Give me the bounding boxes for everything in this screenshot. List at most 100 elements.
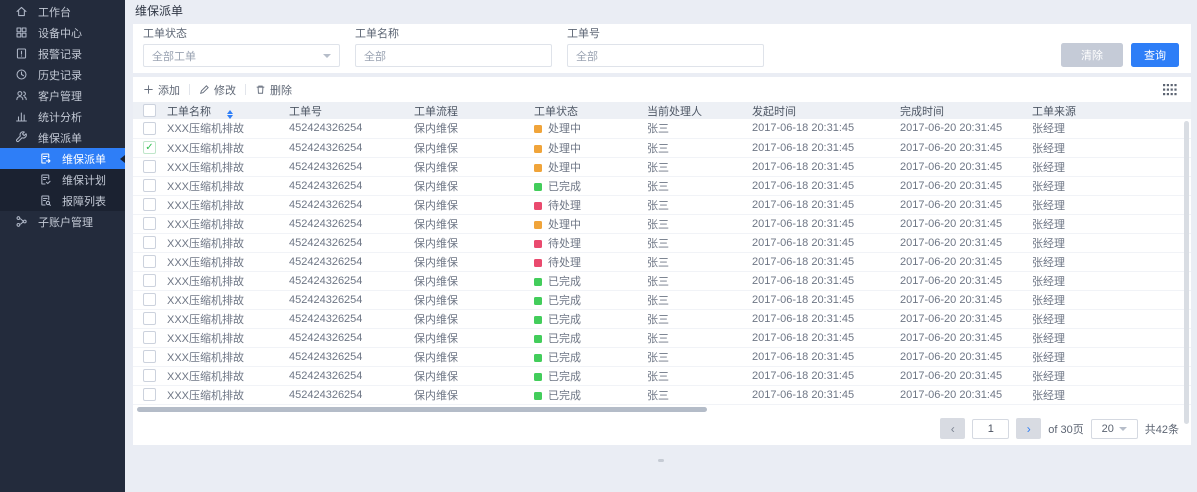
- edit-button[interactable]: 修改: [199, 82, 236, 98]
- doc-fault-icon: [39, 194, 52, 207]
- row-checkbox[interactable]: [143, 274, 156, 287]
- col-header-start-time: 发起时间: [748, 102, 896, 119]
- sidebar-item-3[interactable]: 历史记录: [0, 64, 125, 85]
- row-checkbox[interactable]: [143, 217, 156, 230]
- sidebar-item-6[interactable]: 维保派单: [0, 127, 125, 148]
- table-row[interactable]: XXX压缩机排故452424326254保内维保待处理张三2017-06-18 …: [133, 252, 1191, 271]
- sidebar-item-5[interactable]: 统计分析: [0, 106, 125, 127]
- row-checkbox[interactable]: [143, 122, 156, 135]
- cell-start-time: 2017-06-18 20:31:45: [748, 252, 896, 271]
- row-checkbox[interactable]: [143, 350, 156, 363]
- row-checkbox[interactable]: [143, 179, 156, 192]
- status-dot-icon: [534, 354, 542, 362]
- table-row[interactable]: XXX压缩机排故452424326254保内维保已完成张三2017-06-18 …: [133, 347, 1191, 366]
- table-row[interactable]: XXX压缩机排故452424326254保内维保处理中张三2017-06-18 …: [133, 119, 1191, 138]
- cell-status: 处理中: [530, 157, 643, 176]
- doc-plan-icon: [39, 173, 52, 186]
- table-row[interactable]: XXX压缩机排故452424326254保内维保已完成张三2017-06-18 …: [133, 366, 1191, 385]
- table-row[interactable]: XXX压缩机排故452424326254保内维保已完成张三2017-06-18 …: [133, 385, 1191, 404]
- cell-start-time: 2017-06-18 20:31:45: [748, 176, 896, 195]
- horizontal-scrollbar-thumb[interactable]: [137, 407, 707, 412]
- cell-start-time: 2017-06-18 20:31:45: [748, 347, 896, 366]
- cell-name: XXX压缩机排故: [163, 366, 285, 385]
- cell-complete-time: 2017-06-20 20:31:45: [896, 328, 1028, 347]
- cell-process: 保内维保: [410, 138, 530, 157]
- table-row[interactable]: XXX压缩机排故452424326254保内维保待处理张三2017-06-18 …: [133, 195, 1191, 214]
- table-row[interactable]: XXX压缩机排故452424326254保内维保处理中张三2017-06-18 …: [133, 157, 1191, 176]
- row-checkbox[interactable]: ✓: [143, 141, 156, 154]
- sidebar-item-0[interactable]: 工作台: [0, 1, 125, 22]
- number-input[interactable]: 全部: [567, 44, 764, 67]
- status-dot-icon: [534, 125, 542, 133]
- cell-handler: 张三: [643, 328, 748, 347]
- name-input[interactable]: 全部: [355, 44, 552, 67]
- table-row[interactable]: XXX压缩机排故452424326254保内维保待处理张三2017-06-18 …: [133, 233, 1191, 252]
- column-settings-icon[interactable]: [1163, 84, 1177, 96]
- table-row[interactable]: ✓XXX压缩机排故452424326254保内维保处理中张三2017-06-18…: [133, 138, 1191, 157]
- sidebar-item-4[interactable]: 客户管理: [0, 85, 125, 106]
- table-row[interactable]: XXX压缩机排故452424326254保内维保已完成张三2017-06-18 …: [133, 309, 1191, 328]
- sidebar-item-1[interactable]: 设备中心: [0, 22, 125, 43]
- add-button[interactable]: 添加: [143, 82, 180, 98]
- page-number-input[interactable]: [972, 419, 1009, 439]
- status-dot-icon: [534, 392, 542, 400]
- status-label: 待处理: [548, 200, 581, 212]
- status-select[interactable]: 全部工单: [143, 44, 340, 67]
- cell-number: 452424326254: [285, 271, 410, 290]
- cell-complete-time: 2017-06-20 20:31:45: [896, 271, 1028, 290]
- table-row[interactable]: XXX压缩机排故452424326254保内维保已完成张三2017-06-18 …: [133, 290, 1191, 309]
- row-checkbox[interactable]: [143, 198, 156, 211]
- cell-process: 保内维保: [410, 252, 530, 271]
- cell-number: 452424326254: [285, 290, 410, 309]
- table-row[interactable]: XXX压缩机排故452424326254保内维保已完成张三2017-06-18 …: [133, 271, 1191, 290]
- pagination: ‹ › of 30页 20 共42条: [133, 414, 1191, 444]
- cell-name: XXX压缩机排故: [163, 233, 285, 252]
- cell-source: 张经理: [1028, 385, 1191, 404]
- sidebar-item-2[interactable]: 报警记录: [0, 43, 125, 64]
- cell-handler: 张三: [643, 309, 748, 328]
- cell-source: 张经理: [1028, 290, 1191, 309]
- cell-process: 保内维保: [410, 119, 530, 138]
- cell-status: 处理中: [530, 214, 643, 233]
- cell-start-time: 2017-06-18 20:31:45: [748, 385, 896, 404]
- status-label: 已完成: [548, 314, 581, 326]
- cell-complete-time: 2017-06-20 20:31:45: [896, 290, 1028, 309]
- cell-name: XXX压缩机排故: [163, 195, 285, 214]
- next-page-button[interactable]: ›: [1016, 418, 1041, 439]
- cell-process: 保内维保: [410, 214, 530, 233]
- row-checkbox[interactable]: [143, 369, 156, 382]
- table-row[interactable]: XXX压缩机排故452424326254保内维保已完成张三2017-06-18 …: [133, 328, 1191, 347]
- row-checkbox[interactable]: [143, 331, 156, 344]
- clear-button[interactable]: 清除: [1061, 43, 1123, 67]
- sidebar-item-9[interactable]: 报障列表: [0, 190, 125, 211]
- cell-number: 452424326254: [285, 328, 410, 347]
- cell-source: 张经理: [1028, 119, 1191, 138]
- prev-page-button[interactable]: ‹: [940, 418, 965, 439]
- delete-button[interactable]: 删除: [255, 82, 292, 98]
- row-checkbox[interactable]: [143, 388, 156, 401]
- footer-scroll-dot: [658, 459, 664, 462]
- row-checkbox[interactable]: [143, 255, 156, 268]
- search-button[interactable]: 查询: [1131, 43, 1179, 67]
- status-label: 待处理: [548, 257, 581, 269]
- table-row[interactable]: XXX压缩机排故452424326254保内维保处理中张三2017-06-18 …: [133, 214, 1191, 233]
- sidebar-item-10[interactable]: 子账户管理: [0, 211, 125, 232]
- select-all-checkbox[interactable]: [143, 104, 156, 117]
- cell-name: XXX压缩机排故: [163, 328, 285, 347]
- row-checkbox[interactable]: [143, 312, 156, 325]
- cell-start-time: 2017-06-18 20:31:45: [748, 328, 896, 347]
- page-size-select[interactable]: 20: [1091, 419, 1138, 439]
- col-header-name[interactable]: 工单名称: [163, 102, 285, 119]
- row-checkbox[interactable]: [143, 160, 156, 173]
- accounts-icon: [15, 215, 28, 228]
- sidebar-nav: 工作台设备中心报警记录历史记录客户管理统计分析维保派单维保派单维保计划报障列表子…: [0, 1, 125, 232]
- table-row[interactable]: XXX压缩机排故452424326254保内维保已完成张三2017-06-18 …: [133, 176, 1191, 195]
- sidebar-item-label: 历史记录: [38, 67, 82, 83]
- sidebar-item-7[interactable]: 维保派单: [0, 148, 125, 169]
- row-checkbox[interactable]: [143, 236, 156, 249]
- sidebar-item-8[interactable]: 维保计划: [0, 169, 125, 190]
- cell-process: 保内维保: [410, 271, 530, 290]
- vertical-scrollbar-thumb[interactable]: [1184, 121, 1189, 424]
- row-checkbox[interactable]: [143, 293, 156, 306]
- sort-icon[interactable]: [227, 110, 233, 119]
